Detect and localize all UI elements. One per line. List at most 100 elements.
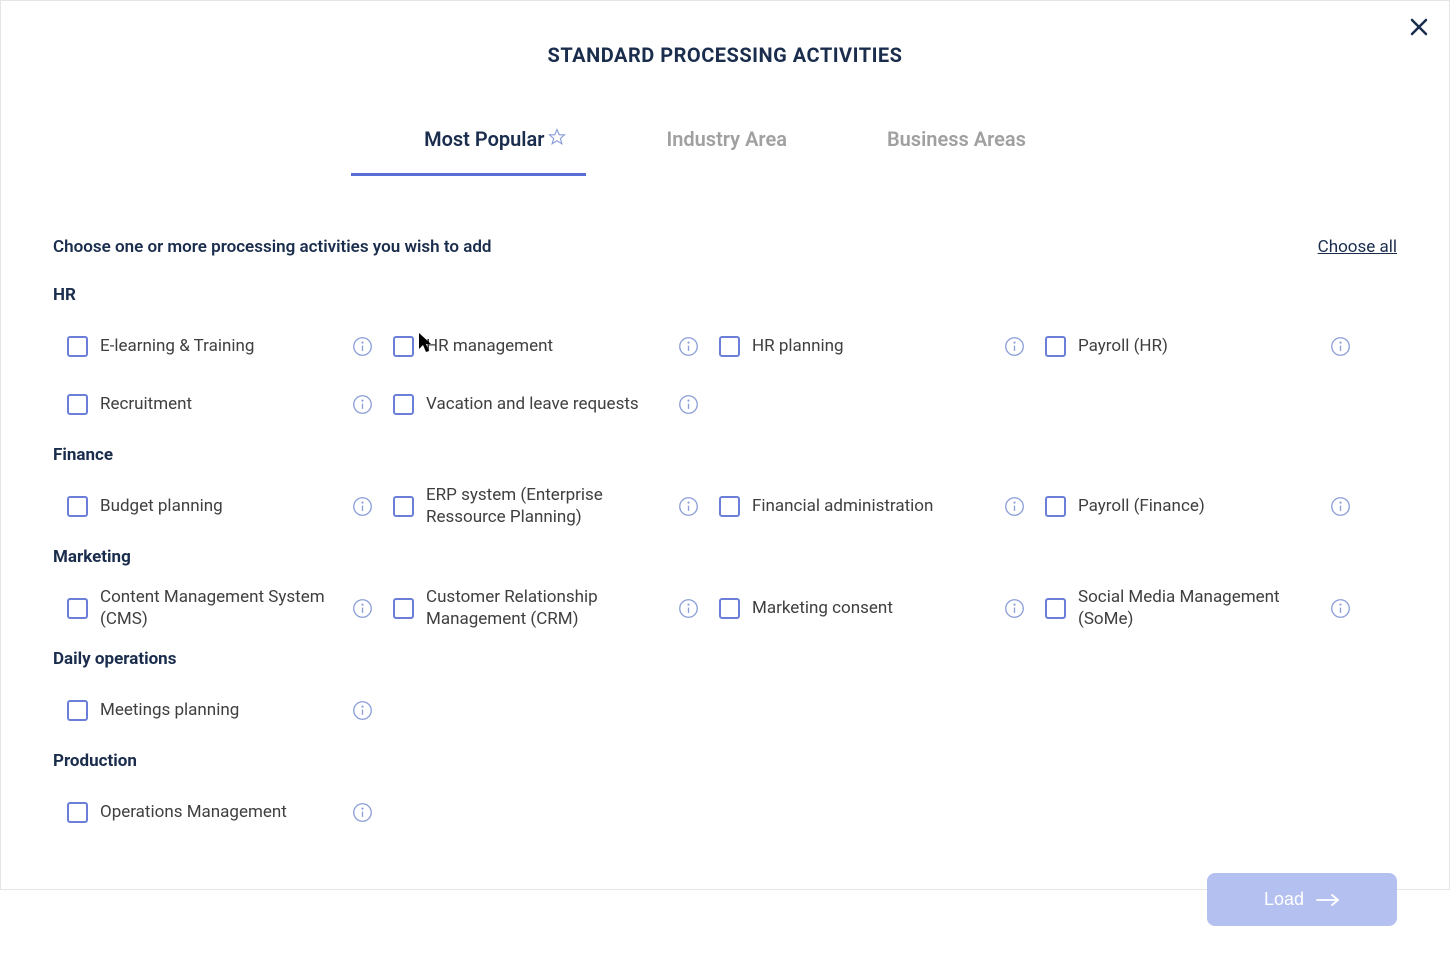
info-icon[interactable] [352, 700, 373, 721]
close-icon [1407, 15, 1431, 39]
tab-business-areas[interactable]: Business Areas [887, 127, 1026, 176]
activity-checkbox[interactable] [67, 700, 88, 721]
activity-item: Payroll (HR) [1045, 317, 1371, 375]
activity-label: Customer Relationship Management (CRM) [426, 586, 666, 630]
activity-item: HR planning [719, 317, 1045, 375]
category-hr: HR E-learning & Training HR management HR p… [53, 285, 1397, 433]
items-grid: Budget planning ERP system (Enterprise Re… [53, 477, 1397, 535]
activity-item: E-learning & Training [67, 317, 393, 375]
info-icon[interactable] [678, 336, 699, 357]
activity-checkbox[interactable] [67, 598, 88, 619]
activity-label: Content Management System (CMS) [100, 586, 340, 630]
tab-label: Industry Area [666, 127, 787, 151]
category-finance: Finance Budget planning ERP system (Enterp… [53, 445, 1397, 535]
tabs-container: Most Popular Industry Area Business Area… [1, 127, 1449, 177]
close-button[interactable] [1405, 13, 1433, 41]
arrow-right-icon [1316, 892, 1340, 908]
items-grid: Operations Management [53, 783, 1397, 841]
load-button-label: Load [1264, 889, 1304, 910]
info-icon[interactable] [1330, 598, 1351, 619]
activity-checkbox[interactable] [1045, 496, 1066, 517]
items-grid: Meetings planning [53, 681, 1397, 739]
load-button[interactable]: Load [1207, 873, 1397, 926]
activity-label: HR planning [752, 335, 992, 357]
info-icon[interactable] [352, 336, 373, 357]
active-tab-underline [351, 173, 586, 176]
activity-checkbox[interactable] [393, 496, 414, 517]
standard-processing-activities-modal: STANDARD PROCESSING ACTIVITIES Most Popu… [0, 0, 1450, 890]
activity-checkbox[interactable] [393, 394, 414, 415]
activity-checkbox[interactable] [67, 394, 88, 415]
info-icon[interactable] [678, 598, 699, 619]
activity-label: ERP system (Enterprise Ressource Plannin… [426, 484, 666, 528]
tab-industry-area[interactable]: Industry Area [666, 127, 787, 176]
activity-item: Budget planning [67, 477, 393, 535]
activity-checkbox[interactable] [1045, 598, 1066, 619]
items-grid: E-learning & Training HR management HR pla… [53, 317, 1397, 433]
category-title: HR [53, 285, 1397, 305]
activity-item: Vacation and leave requests [393, 375, 719, 433]
activity-label: Meetings planning [100, 699, 340, 721]
activity-checkbox[interactable] [67, 802, 88, 823]
activity-label: Recruitment [100, 393, 340, 415]
content-area: Choose one or more processing activities… [1, 177, 1449, 873]
activity-label: Payroll (Finance) [1078, 495, 1318, 517]
activity-item: Operations Management [67, 783, 393, 841]
category-title: Marketing [53, 547, 1397, 567]
activity-checkbox[interactable] [67, 496, 88, 517]
info-icon[interactable] [678, 496, 699, 517]
info-icon[interactable] [1004, 496, 1025, 517]
info-icon[interactable] [678, 394, 699, 415]
activity-checkbox[interactable] [719, 598, 740, 619]
activity-label: Social Media Management (SoMe) [1078, 586, 1318, 630]
tab-label: Business Areas [887, 127, 1026, 151]
info-icon[interactable] [352, 802, 373, 823]
category-title: Finance [53, 445, 1397, 465]
activity-checkbox[interactable] [719, 336, 740, 357]
activity-label: Marketing consent [752, 597, 992, 619]
activity-item: Customer Relationship Management (CRM) [393, 579, 719, 637]
activity-label: Financial administration [752, 495, 992, 517]
categories-container: HR E-learning & Training HR management HR p… [53, 285, 1397, 841]
choose-all-link[interactable]: Choose all [1318, 237, 1397, 257]
tab-label: Most Popular [424, 127, 544, 151]
activity-item: Payroll (Finance) [1045, 477, 1371, 535]
modal-footer: Load [1, 873, 1449, 956]
activity-item: Social Media Management (SoMe) [1045, 579, 1371, 637]
activity-label: E-learning & Training [100, 335, 340, 357]
items-grid: Content Management System (CMS) Customer … [53, 579, 1397, 637]
category-production: Production Operations Management [53, 751, 1397, 841]
star-icon [548, 128, 566, 146]
activity-label: Operations Management [100, 801, 340, 823]
activity-checkbox[interactable] [719, 496, 740, 517]
instruction-text: Choose one or more processing activities… [53, 237, 491, 257]
info-icon[interactable] [1330, 336, 1351, 357]
content-header-row: Choose one or more processing activities… [53, 237, 1397, 257]
activity-label: Budget planning [100, 495, 340, 517]
info-icon[interactable] [1004, 598, 1025, 619]
activity-label: Vacation and leave requests [426, 393, 666, 415]
activity-checkbox[interactable] [1045, 336, 1066, 357]
category-marketing: Marketing Content Management System (CMS)… [53, 547, 1397, 637]
activity-item: Financial administration [719, 477, 1045, 535]
info-icon[interactable] [1004, 336, 1025, 357]
category-daily-operations: Daily operations Meetings planning [53, 649, 1397, 739]
info-icon[interactable] [352, 496, 373, 517]
modal-title: STANDARD PROCESSING ACTIVITIES [1, 43, 1449, 67]
category-title: Production [53, 751, 1397, 771]
activity-checkbox[interactable] [67, 336, 88, 357]
activity-item: Meetings planning [67, 681, 393, 739]
activity-checkbox[interactable] [393, 336, 414, 357]
tab-most-popular[interactable]: Most Popular [424, 127, 566, 176]
activity-item: Content Management System (CMS) [67, 579, 393, 637]
activity-label: Payroll (HR) [1078, 335, 1318, 357]
info-icon[interactable] [352, 598, 373, 619]
info-icon[interactable] [1330, 496, 1351, 517]
activity-item: Recruitment [67, 375, 393, 433]
activity-item: ERP system (Enterprise Ressource Plannin… [393, 477, 719, 535]
activity-item: Marketing consent [719, 579, 1045, 637]
info-icon[interactable] [352, 394, 373, 415]
category-title: Daily operations [53, 649, 1397, 669]
activity-checkbox[interactable] [393, 598, 414, 619]
activity-item: HR management [393, 317, 719, 375]
